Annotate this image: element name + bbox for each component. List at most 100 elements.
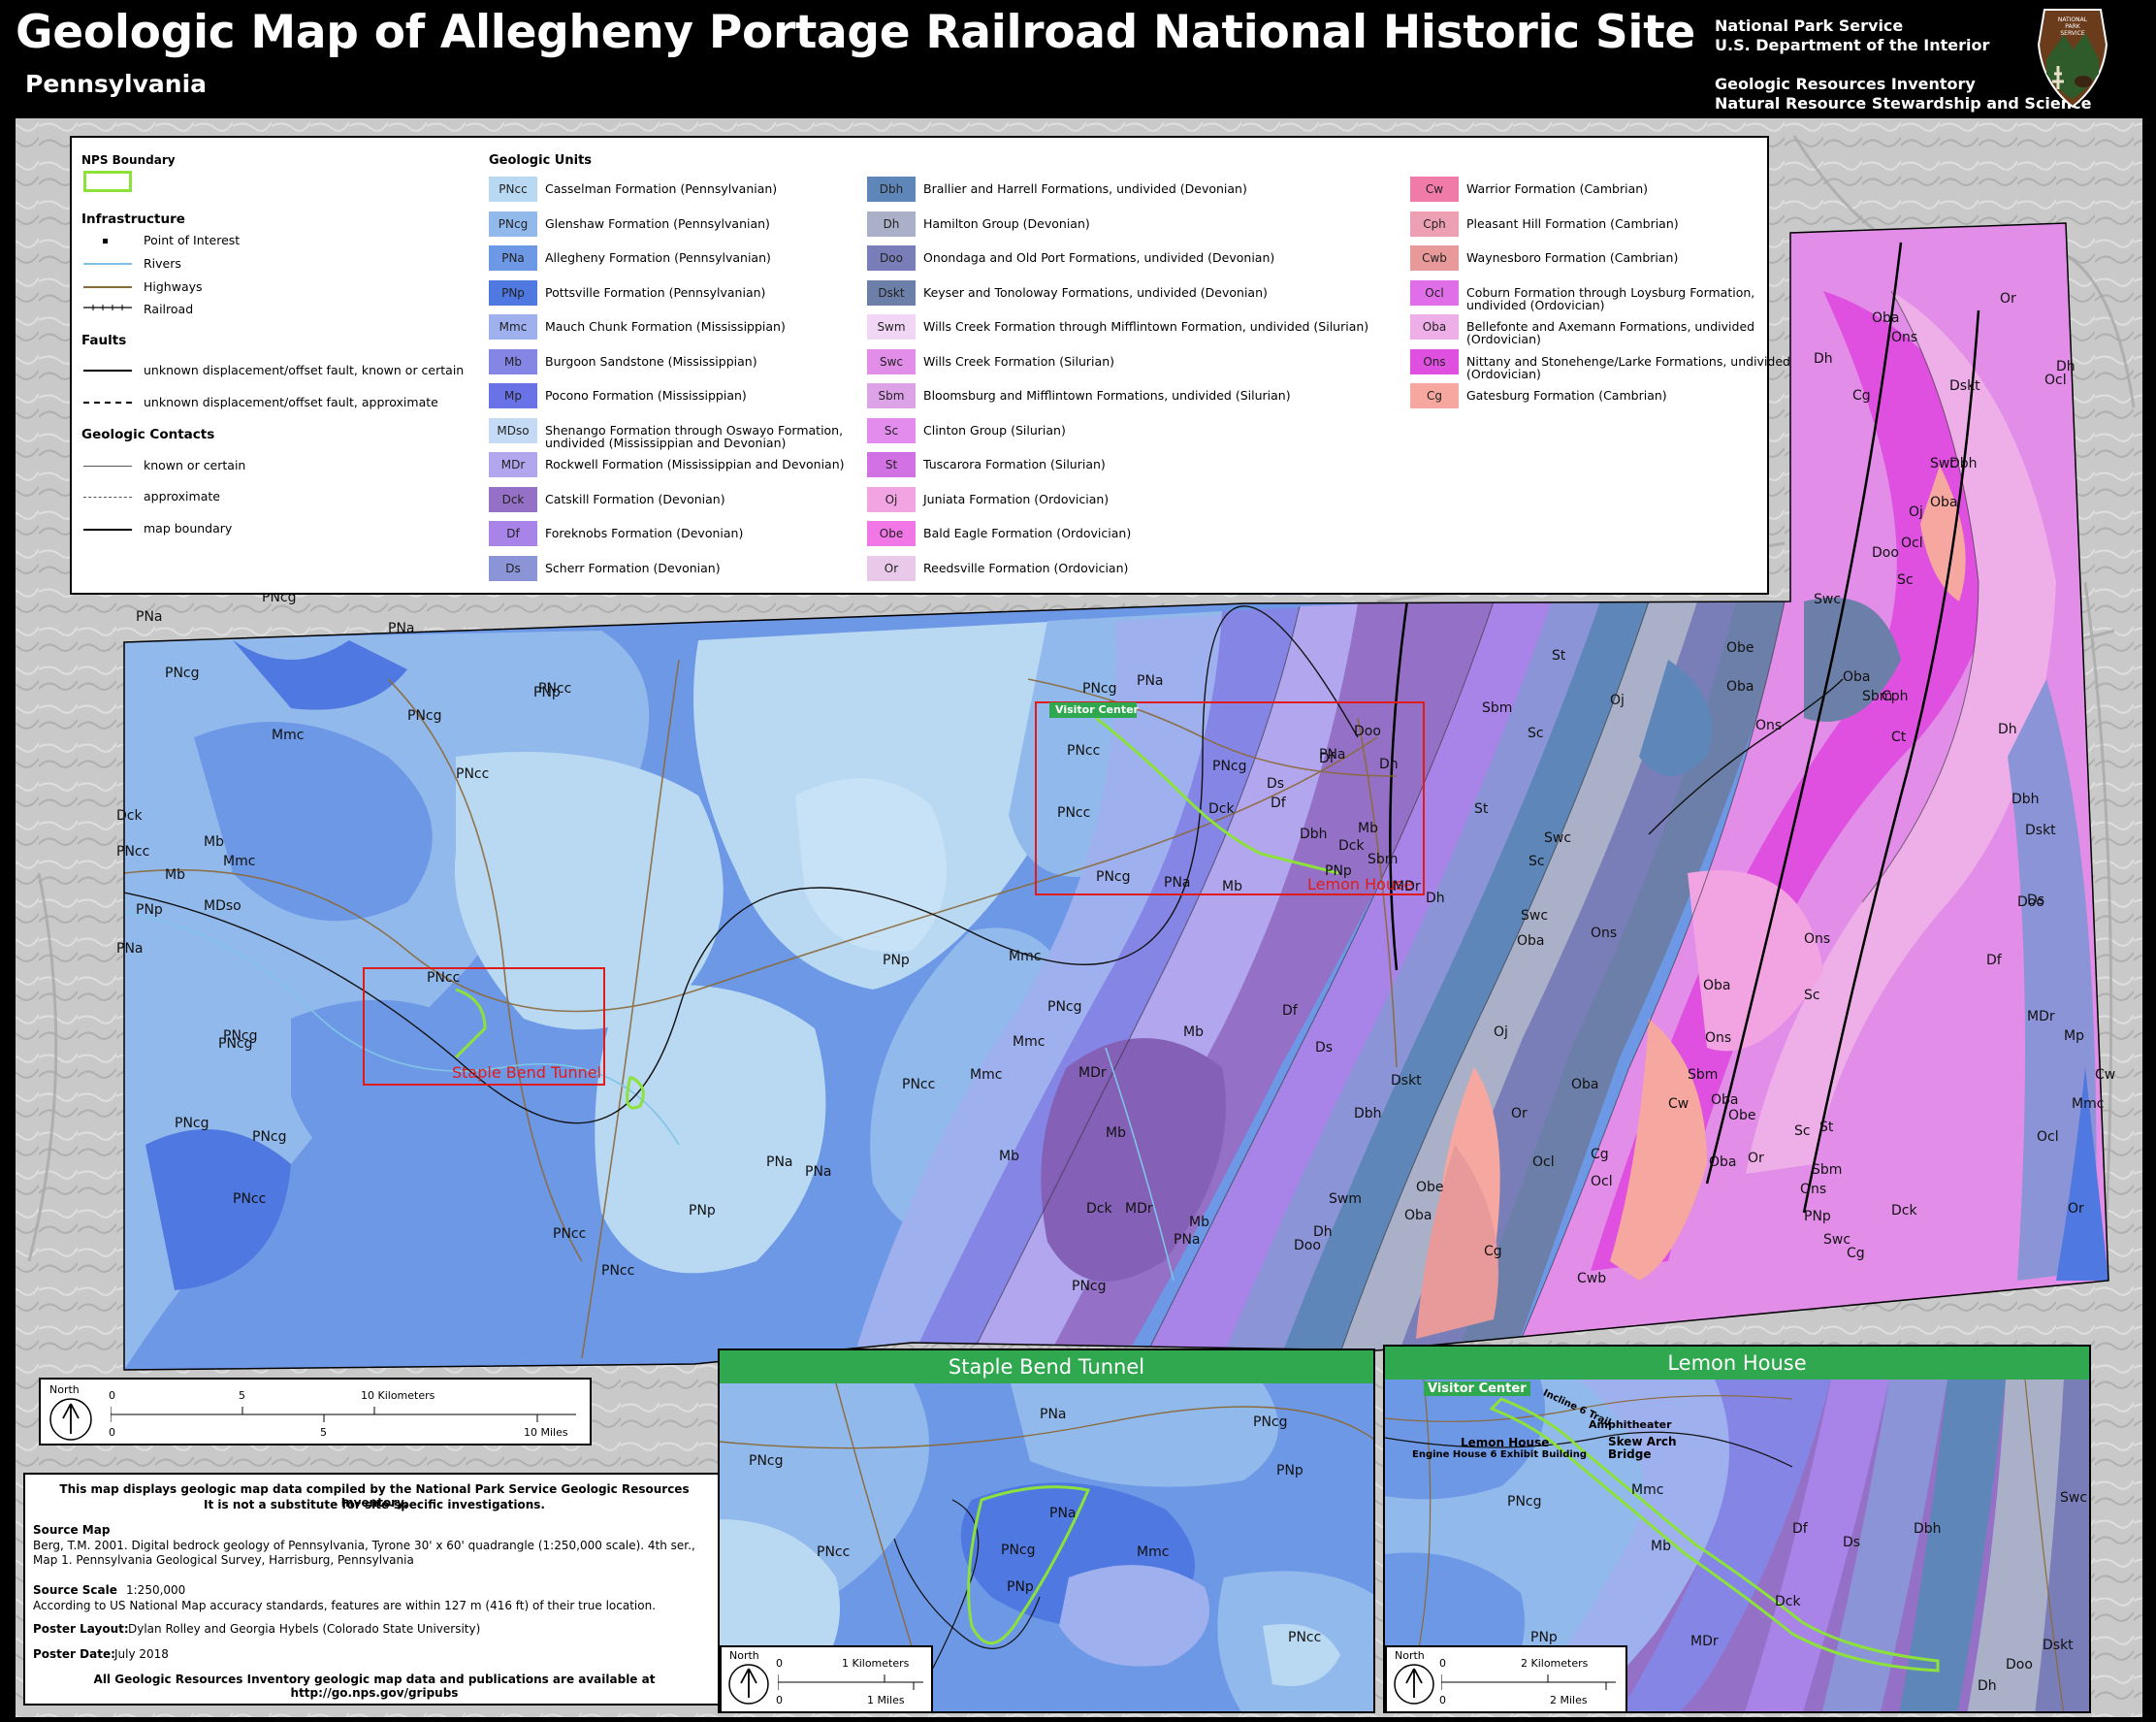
amphitheater-label: Amphitheater [1589, 1418, 1672, 1431]
inset-staple-bend[interactable]: Staple Bend Tunnel PNa PNcg PNp PNa PNcg… [718, 1348, 1375, 1713]
map-unit-label: Df [1271, 796, 1286, 811]
unit-name: Juniata Formation (Ordovician) [923, 491, 1110, 506]
unit-name: Brallier and Harrell Formations, undivid… [923, 181, 1247, 196]
map-unit-label: Oba [1872, 310, 1900, 326]
map-unit-label: PNa [1137, 673, 1164, 689]
unit-swatch: St [867, 452, 916, 477]
map-unit-label: PNcg [175, 1116, 209, 1131]
highways-label: Highways [144, 279, 203, 294]
map-unit-label: PNcc [116, 844, 150, 860]
unit-swatch: Obe [867, 521, 916, 546]
map-unit-label: Ons [1891, 330, 1918, 345]
map-unit-label: Cw [1668, 1096, 1689, 1112]
railroad-label: Railroad [144, 302, 194, 316]
map-unit-label: Mmc [1009, 949, 1042, 964]
scale-tick: 5 [239, 1389, 245, 1402]
unit-swatch: Sbm [867, 383, 916, 408]
map-unit-label: Mb [1358, 821, 1378, 836]
map-unit-label: PNa [766, 1154, 793, 1170]
poi-symbol [103, 239, 108, 244]
unit-swatch: Mmc [489, 314, 537, 340]
inset-unit-label: Mb [1651, 1539, 1671, 1554]
map-unit-label: Ons [1755, 718, 1783, 733]
map-unit-label: Mp [2064, 1028, 2084, 1044]
map-unit-label: PNcc [233, 1191, 267, 1207]
unit-name: Scherr Formation (Devonian) [545, 560, 721, 575]
unit-swatch: Sc [867, 417, 916, 443]
map-unit-label: PNcg [165, 666, 200, 681]
map-unit-label: Dck [1086, 1201, 1112, 1217]
unit-swatch: Dh [867, 211, 916, 237]
map-unit-label: PNcc [902, 1077, 936, 1092]
map-unit-label: Dskt [1949, 378, 1980, 394]
inset-unit-label: PNcc [1288, 1630, 1322, 1645]
map-unit-label: Dbh [1354, 1106, 1382, 1121]
map-unit-label: PNa [116, 941, 144, 957]
unit-swatch: Cwb [1410, 245, 1459, 271]
inset-unit-label: Dck [1775, 1594, 1801, 1609]
unit-swatch: Dskt [867, 279, 916, 306]
map-unit-label: Mmc [970, 1067, 1003, 1083]
map-unit-label: MDso [204, 898, 241, 914]
map-unit-label: St [1819, 1120, 1834, 1135]
poi-label: Point of Interest [144, 233, 241, 247]
map-unit-label: Mmc [272, 728, 305, 743]
scale-tick: 5 [320, 1426, 327, 1439]
scale-km-label: 10 Kilometers [361, 1389, 435, 1402]
map-unit-label: PNa [136, 609, 163, 625]
map-unit-label: Mmc [223, 854, 256, 869]
north-arrow-icon [1394, 1664, 1434, 1705]
scale-tick: 0 [1439, 1657, 1446, 1670]
scale-tick: 0 [776, 1657, 783, 1670]
poster-layout-text: Dylan Rolley and Georgia Hybels (Colorad… [128, 1622, 481, 1636]
inset-unit-label: PNcg [1001, 1543, 1036, 1558]
map-unit-label: Ds [1315, 1040, 1334, 1056]
map-unit-label: Oba [1404, 1208, 1432, 1223]
inset-unit-label: Doo [2006, 1657, 2033, 1673]
intro-line: It is not a substitute for site-specific… [204, 1498, 545, 1511]
scalebar-ruler [111, 1407, 576, 1422]
map-unit-label: Ons [1591, 926, 1618, 941]
map-frame[interactable]: Visitor Center Lemon House Staple Bend T… [16, 118, 2142, 1717]
source-scale-heading: Source Scale [33, 1583, 117, 1597]
inset-unit-label: PNa [1049, 1506, 1077, 1521]
unit-name: Foreknobs Formation (Devonian) [545, 526, 744, 540]
inset-unit-label: Df [1792, 1521, 1808, 1537]
map-unit-label: Obe [1728, 1108, 1756, 1123]
poster-layout-heading: Poster Layout: [33, 1622, 129, 1636]
map-unit-label: MDr [1125, 1201, 1153, 1217]
map-unit-label: PNa [805, 1164, 832, 1180]
agency-line: National Park Service [1715, 16, 1904, 35]
map-unit-label: Sbm [1812, 1162, 1843, 1178]
map-unit-label: Doo [1872, 545, 1899, 561]
map-unit-label: Ocl [2037, 1129, 2059, 1145]
map-unit-label: Or [2000, 291, 2016, 307]
inset-title: Lemon House [1385, 1347, 2089, 1380]
inset-unit-label: PNcg [1507, 1494, 1542, 1510]
unit-name: Pocono Formation (Mississippian) [545, 388, 747, 403]
inset-unit-label: Ds [1843, 1535, 1861, 1550]
unit-name: Tuscarora Formation (Silurian) [923, 457, 1106, 471]
map-unit-label: Cg [1591, 1147, 1609, 1162]
map-unit-label: Mb [204, 834, 224, 850]
map-unit-label: Ocl [1901, 536, 1923, 551]
map-unit-label: Oba [1843, 669, 1871, 685]
unit-swatch: Ons [1410, 348, 1459, 374]
map-unit-label: Dh [1814, 351, 1833, 367]
map-unit-label: Cwb [1577, 1271, 1607, 1286]
inset-unit-label: Dh [1978, 1678, 1997, 1694]
scalebar-ruler [778, 1674, 923, 1690]
inset-title: Staple Bend Tunnel [720, 1350, 1373, 1383]
map-unit-label: PNa [388, 621, 415, 636]
unit-swatch: Doo [867, 245, 916, 271]
svg-text:SERVICE: SERVICE [2060, 30, 2085, 37]
unit-swatch: PNp [489, 279, 537, 306]
highways-symbol [83, 286, 132, 288]
unit-swatch: MDso [489, 417, 537, 443]
map-unit-label: Mb [1222, 879, 1242, 894]
map-unit-label: Oj [1494, 1024, 1508, 1040]
inset-lemon-house[interactable]: Lemon House Visitor Center Incline 6 Tra… [1383, 1345, 2091, 1713]
map-unit-label: Doo [1354, 724, 1381, 739]
map-unit-label: Obe [1726, 640, 1754, 656]
map-unit-label: Or [2068, 1201, 2084, 1217]
